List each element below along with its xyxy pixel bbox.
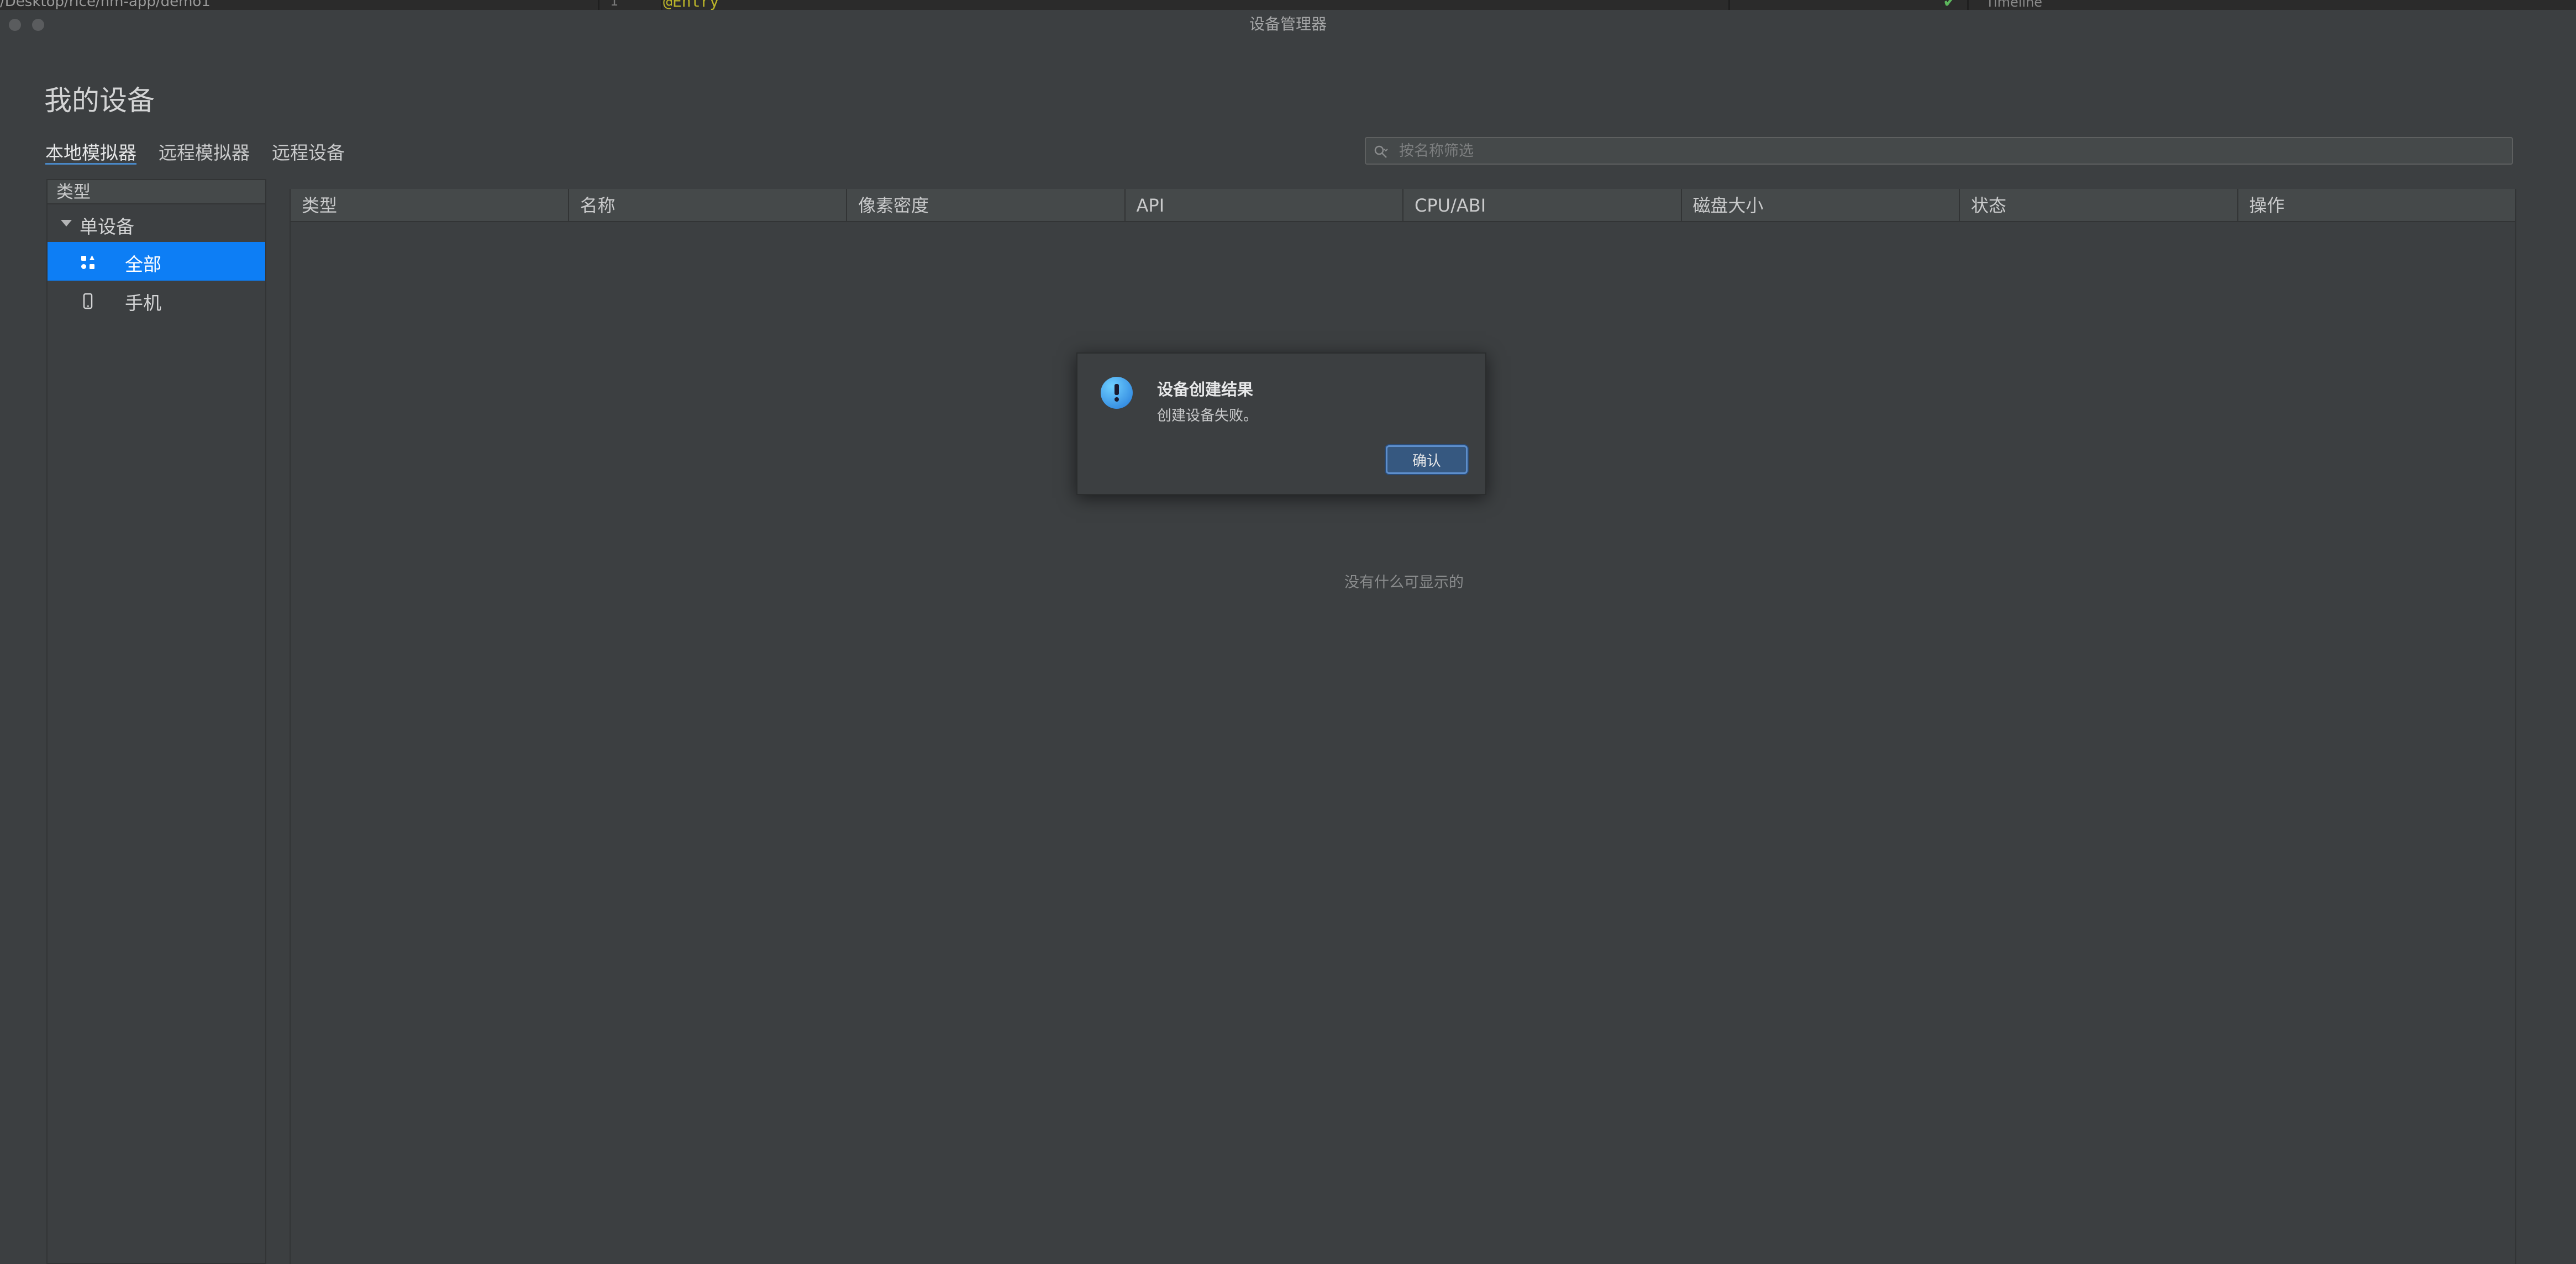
column-header-actions[interactable]: 操作	[2238, 189, 2516, 221]
tree-group-single-device[interactable]: 单设备	[48, 204, 265, 242]
tab-local-emulator[interactable]: 本地模拟器	[45, 138, 136, 165]
background-divider	[1728, 0, 1730, 10]
background-divider	[1967, 0, 1969, 10]
column-header-name[interactable]: 名称	[569, 189, 847, 221]
table-header: 类型 名称 像素密度 API CPU/ABI 磁盘大小 状态 操作	[291, 189, 2515, 222]
search-box	[1365, 137, 2513, 165]
dialog-title: 设备创建结果	[1157, 380, 1254, 399]
column-header-cpu-abi[interactable]: CPU/ABI	[1403, 189, 1682, 221]
background-code-text: @Entry	[663, 0, 719, 10]
window-titlebar: 设备管理器	[0, 10, 2576, 38]
column-header-status[interactable]: 状态	[1960, 189, 2238, 221]
chevron-down-icon[interactable]	[61, 220, 72, 227]
tab-remote-device[interactable]: 远程设备	[272, 138, 345, 165]
tree-group-label: 单设备	[80, 216, 134, 238]
device-creation-result-dialog: 设备创建结果 创建设备失败。 确认	[1076, 352, 1486, 495]
column-header-disk-size[interactable]: 磁盘大小	[1682, 189, 1960, 221]
column-header-type[interactable]: 类型	[291, 189, 569, 221]
sidebar-item-phone[interactable]: 手机	[48, 281, 265, 319]
column-header-api[interactable]: API	[1126, 189, 1403, 221]
type-sidebar: 类型 单设备 全部 手机	[46, 179, 266, 1264]
background-panel-title: Timeline	[1986, 0, 2043, 10]
background-divider	[598, 0, 600, 10]
background-ide-strip: /Desktop/rice/hm-app/demo1 1 @Entry ✔ Ti…	[0, 0, 2576, 10]
sidebar-item-label: 全部	[125, 254, 161, 275]
column-header-density[interactable]: 像素密度	[847, 189, 1126, 221]
page-title: 我的设备	[44, 85, 155, 117]
device-tabs: 本地模拟器 远程模拟器 远程设备	[45, 138, 345, 165]
background-divider	[661, 0, 663, 10]
window-title: 设备管理器	[1249, 15, 1327, 33]
device-table: 类型 名称 像素密度 API CPU/ABI 磁盘大小 状态 操作 没有什么可显…	[290, 189, 2516, 1264]
tab-remote-emulator[interactable]: 远程模拟器	[159, 138, 250, 165]
sidebar-item-label: 手机	[125, 292, 161, 314]
dialog-message: 创建设备失败。	[1157, 408, 1258, 424]
sidebar-item-all[interactable]: 全部	[48, 242, 265, 281]
background-project-path: /Desktop/rice/hm-app/demo1	[0, 0, 211, 10]
table-empty-text: 没有什么可显示的	[1344, 574, 1464, 591]
search-icon	[1374, 145, 1388, 158]
device-manager-window: 设备管理器 我的设备 本地模拟器 远程模拟器 远程设备 类型 单设备 全部	[0, 10, 2576, 1264]
sidebar-header: 类型	[48, 180, 265, 204]
info-exclamation-icon	[1101, 377, 1133, 409]
confirm-button[interactable]: 确认	[1386, 445, 1468, 474]
check-icon: ✔	[1943, 0, 1957, 10]
exclamation-icon	[1114, 384, 1119, 402]
all-devices-icon	[81, 255, 94, 269]
search-input[interactable]	[1398, 139, 2492, 162]
background-line-number: 1	[610, 0, 619, 9]
phone-icon	[83, 293, 93, 309]
